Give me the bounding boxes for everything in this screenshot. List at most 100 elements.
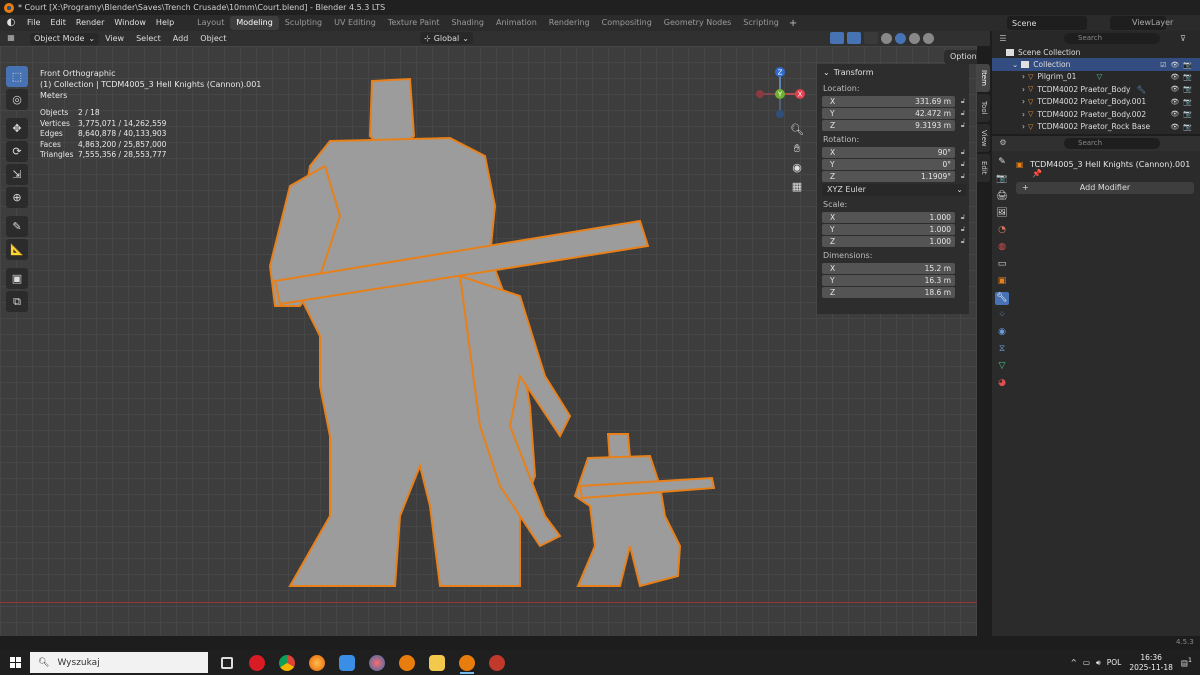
object-tab-icon[interactable]: ▣ [995,275,1009,288]
options-dropdown[interactable]: Options ⌄ [944,50,977,75]
tab-uv-editing[interactable]: UV Editing [328,16,382,30]
location-y-field[interactable]: Y 42.472 m [822,107,955,119]
visibility-icons[interactable]: 👁📷 [1170,123,1196,131]
blender-active-app-icon[interactable] [452,650,482,675]
tab-compositing[interactable]: Compositing [596,16,658,30]
physics-tab-icon[interactable]: ◉ [995,326,1009,339]
clock[interactable]: 16:36 2025-11-18 [1129,653,1173,673]
task-view-icon[interactable] [212,650,242,675]
firefox-app-icon[interactable] [302,650,332,675]
overlay-toggle[interactable] [847,32,861,44]
tab-rendering[interactable]: Rendering [543,16,596,30]
collection-tab-icon[interactable]: ▭ [995,258,1009,271]
rotation-z-field[interactable]: Z 1.1909° [822,170,955,182]
world-tab-icon[interactable]: ◍ [995,241,1009,254]
navigation-gizmo[interactable]: Z X Y [752,66,808,122]
tab-animation[interactable]: Animation [490,16,543,30]
scale-z-field[interactable]: Z 1.000 [822,235,955,247]
menu-select[interactable]: Select [130,34,167,43]
scale-x-field[interactable]: X 1.000 [822,211,955,223]
menu-window[interactable]: Window [109,15,151,31]
location-x-field[interactable]: X 331.69 m [822,95,955,107]
view-layer-selector[interactable]: ViewLayer [1110,16,1173,30]
rotation-y-field[interactable]: Y 0° [822,158,955,170]
lock-icon[interactable]: 🔓︎ [958,237,968,246]
outliner-search-input[interactable]: Search [1064,33,1160,44]
tab-texture-paint[interactable]: Texture Paint [382,16,446,30]
blender-app-icon[interactable] [392,650,422,675]
editor-type-icon[interactable]: ⚙ [998,138,1008,148]
pin-icon[interactable]: 📌 [1032,169,1042,178]
menu-help[interactable]: Help [151,15,179,31]
outliner-row-object[interactable]: › ▽ TCDM4002 Praetor_Rock Base 👁📷 [992,120,1200,132]
lock-icon[interactable]: 🔓︎ [958,213,968,222]
outliner-row-object[interactable]: › ▽ TCDM4002 Praetor_Body.001 👁📷 [992,96,1200,108]
language-indicator[interactable]: POL [1107,658,1122,667]
lock-icon[interactable]: 🔓︎ [958,225,968,234]
filter-icon[interactable]: ⊽ [1178,34,1188,44]
lock-icon[interactable]: 🔓︎ [958,172,968,181]
transform-header[interactable]: ⌄ Transform [817,64,969,80]
scale-y-field[interactable]: Y 1.000 [822,223,955,235]
visibility-icons[interactable]: 👁📷 [1170,98,1196,106]
file-explorer-icon[interactable] [422,650,452,675]
notifications-icon[interactable]: ▤1 [1181,657,1192,668]
outliner-row-object[interactable]: › ▽ TCDM4002 Praetor_Body.002 👁📷 [992,108,1200,120]
wireframe-shading-button[interactable] [881,32,892,44]
rotation-mode-dropdown[interactable]: XYZ Euler ⌄ [822,184,967,196]
orientation-dropdown[interactable]: ⊹ Global ⌄ [420,32,473,44]
particles-tab-icon[interactable]: ⁘ [995,309,1009,322]
tab-view[interactable]: View [977,124,990,152]
menu-object[interactable]: Object [194,34,232,43]
editor-type-icon[interactable]: ☰ [998,34,1008,44]
opera-app-icon[interactable] [242,650,272,675]
solid-shading-button[interactable] [895,32,906,44]
perspective-grid-icon[interactable]: ▦ [789,179,805,195]
add-workspace-button[interactable]: + [789,18,797,29]
menu-view[interactable]: View [99,34,130,43]
add-modifier-button[interactable]: + Add Modifier [1016,182,1194,194]
scene-tab-icon[interactable]: ◔ [995,224,1009,237]
tab-layout[interactable]: Layout [191,16,230,30]
dimensions-x-field[interactable]: X 15.2 m [822,262,955,274]
rotation-x-field[interactable]: X 90° [822,146,955,158]
gizmo-toggle[interactable] [830,32,844,44]
tab-geometry-nodes[interactable]: Geometry Nodes [658,16,737,30]
visibility-icons[interactable]: 👁📷 [1170,110,1196,118]
blender-menu-icon[interactable]: ◐ [4,17,18,29]
modifier-wrench-icon[interactable]: 🔧︎ [995,292,1009,305]
lock-icon[interactable]: 🔓︎ [958,109,968,118]
tab-edit[interactable]: Edit [977,154,990,182]
pan-hand-icon[interactable]: ✋︎ [789,141,805,157]
menu-edit[interactable]: Edit [45,15,71,31]
lock-icon[interactable]: 🔓︎ [958,160,968,169]
material-tab-icon[interactable]: ◕ [995,377,1009,390]
zoom-icon[interactable]: 🔍︎ [789,122,805,138]
visibility-icons[interactable]: 👁📷 [1170,73,1196,81]
3d-viewport[interactable]: Front Orthographic (1) Collection | TCDM… [0,46,977,636]
constraints-tab-icon[interactable]: ⧖ [995,343,1009,356]
dimensions-y-field[interactable]: Y 16.3 m [822,274,955,286]
taskbar-search-input[interactable]: 🔍︎ Wyszukaj [30,652,208,673]
network-icon[interactable]: ▭ [1083,658,1090,667]
material-shading-button[interactable] [909,32,920,44]
menu-render[interactable]: Render [71,15,109,31]
tab-modeling[interactable]: Modeling [230,16,279,30]
output-tab-icon[interactable]: 🖨 [995,190,1009,203]
cloud-app-icon[interactable] [332,650,362,675]
outliner-row-object[interactable]: › ▽ Pilgrim_01 ▽ 👁📷 [992,71,1200,83]
lock-icon[interactable]: 🔓︎ [958,148,968,157]
scene-selector[interactable]: Scene [1007,16,1087,30]
location-z-field[interactable]: Z 9.3193 m [822,119,955,131]
windows-start-button[interactable] [0,650,30,675]
render-tab-icon[interactable]: 📷 [995,173,1009,186]
outliner-row-collection[interactable]: ⌄ Collection ☑👁📷 [992,58,1200,71]
tool-tab-icon[interactable]: ✎ [995,156,1009,169]
tab-item[interactable]: Item [977,64,990,92]
chevron-up-icon[interactable]: ^ [1071,658,1077,667]
properties-search-input[interactable]: Search [1064,138,1160,149]
tab-scripting[interactable]: Scripting [737,16,785,30]
lock-icon[interactable]: 🔓︎ [958,97,968,106]
tab-sculpting[interactable]: Sculpting [279,16,328,30]
editor-type-icon[interactable]: ▦ [6,33,16,43]
